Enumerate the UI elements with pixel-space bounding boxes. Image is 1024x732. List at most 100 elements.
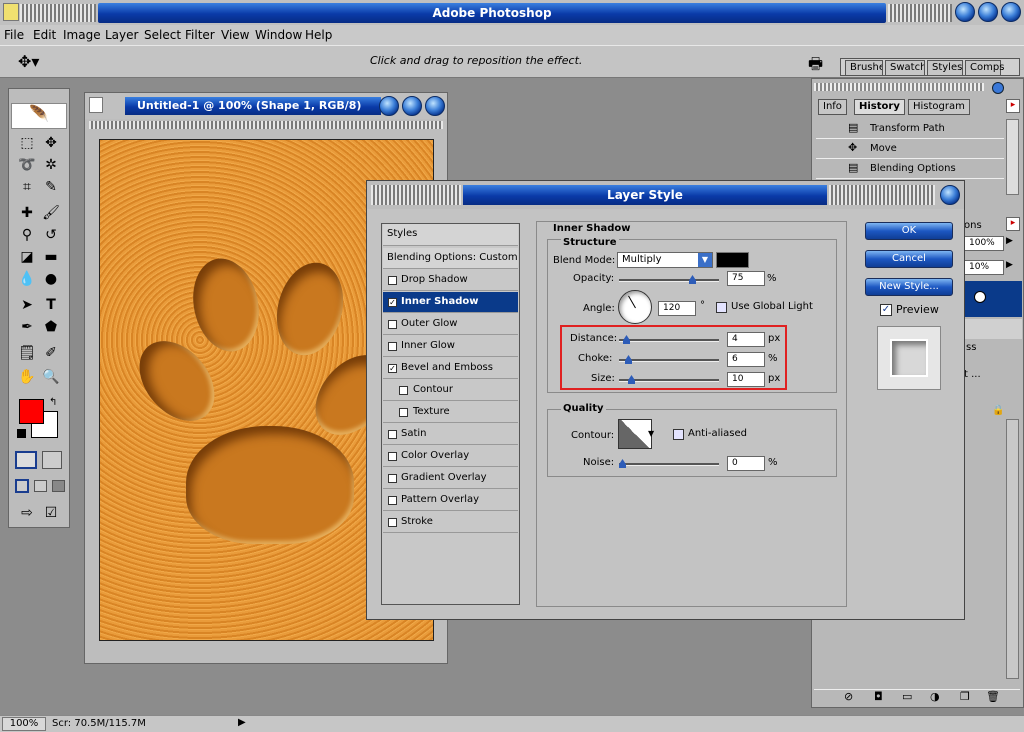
menu-edit[interactable]: Edit — [33, 28, 56, 42]
menu-layer[interactable]: Layer — [105, 28, 138, 42]
trash-icon[interactable]: 🗑 — [986, 690, 1000, 703]
slice-tool-icon[interactable]: ✎ — [41, 177, 61, 197]
choke-input[interactable]: 6 — [727, 352, 765, 367]
tab-histogram[interactable]: Histogram — [908, 99, 970, 115]
type-tool-icon[interactable]: T — [41, 295, 61, 315]
styles-header[interactable]: Styles — [383, 224, 518, 246]
size-input[interactable]: 10 — [727, 372, 765, 387]
anti-aliased-checkbox[interactable] — [673, 429, 684, 440]
swap-colors-icon[interactable]: ↰ — [49, 397, 57, 408]
quickmask-mode-icon[interactable] — [42, 451, 62, 469]
panel-menu-arrow-icon[interactable]: ▸ — [1006, 217, 1020, 231]
crop-tool-icon[interactable]: ⌗ — [17, 177, 37, 197]
checkbox[interactable] — [388, 452, 397, 461]
check-icon[interactable]: ☑ — [41, 503, 61, 523]
screen-mode-full-menu-icon[interactable] — [34, 480, 47, 492]
screen-mode-standard-icon[interactable] — [15, 479, 29, 493]
choke-slider[interactable] — [619, 355, 719, 364]
hand-tool-icon[interactable]: ✋ — [17, 367, 37, 387]
screen-mode-full-icon[interactable] — [52, 480, 65, 492]
menu-view[interactable]: View — [221, 28, 249, 42]
new-style-button[interactable]: New Style... — [865, 278, 953, 296]
distance-slider[interactable] — [619, 335, 719, 344]
brush-tool-icon[interactable]: 🖌 — [41, 203, 61, 223]
add-mask-icon[interactable]: ◘ — [874, 690, 883, 703]
preview-checkbox[interactable]: ✓ — [880, 304, 892, 316]
effect-item[interactable]: Contour — [383, 380, 518, 401]
status-menu-arrow-icon[interactable]: ▶ — [238, 717, 246, 728]
opacity-arrow-icon[interactable]: ▶ — [1006, 236, 1013, 246]
checkbox[interactable] — [399, 408, 408, 417]
dropdown-arrow-icon[interactable]: ▼ — [698, 253, 712, 267]
effect-item[interactable]: Inner Glow — [383, 336, 518, 357]
size-slider[interactable] — [619, 375, 719, 384]
dialog-close-button[interactable] — [940, 185, 960, 205]
menu-select[interactable]: Select — [144, 28, 181, 42]
blur-tool-icon[interactable]: 💧 — [17, 269, 37, 289]
doc-maximize-button[interactable] — [402, 96, 422, 116]
app-icon[interactable] — [3, 3, 19, 21]
effect-item[interactable]: ✓ Inner Shadow — [383, 292, 518, 313]
noise-slider[interactable] — [619, 459, 719, 468]
distance-input[interactable]: 4 — [727, 332, 765, 347]
tab-brushes[interactable]: Brushes — [845, 60, 883, 76]
link-layers-icon[interactable]: ⊘ — [844, 690, 853, 703]
checked-checkbox[interactable]: ✓ — [388, 364, 397, 373]
jump-to-imageready-icon[interactable]: ⇨ — [17, 503, 37, 523]
tab-info[interactable]: Info — [818, 99, 847, 115]
default-colors-icon[interactable] — [17, 429, 26, 438]
layer-row[interactable] — [964, 319, 1022, 339]
effect-item[interactable]: ✓ Bevel and Emboss — [383, 358, 518, 379]
foreground-color-swatch[interactable] — [19, 399, 44, 424]
panel-close-icon[interactable] — [992, 82, 1004, 94]
global-light-checkbox[interactable] — [716, 302, 727, 313]
history-brush-icon[interactable]: ↺ — [41, 225, 61, 245]
checkbox[interactable] — [388, 430, 397, 439]
notes-tool-icon[interactable]: 🗒 — [17, 343, 37, 363]
checkbox[interactable] — [388, 320, 397, 329]
history-item[interactable]: ▤ Blending Options — [816, 159, 1004, 179]
blending-options-item[interactable]: Blending Options: Custom — [383, 248, 518, 269]
effect-item[interactable]: Pattern Overlay — [383, 490, 518, 511]
effect-item[interactable]: Gradient Overlay — [383, 468, 518, 489]
move-tool-preset-icon[interactable]: ✥▾ — [18, 52, 39, 71]
menu-file[interactable]: File — [4, 28, 24, 42]
menu-image[interactable]: Image — [63, 28, 101, 42]
effect-item[interactable]: Stroke — [383, 512, 518, 533]
panel-menu-arrow-icon[interactable]: ▸ — [1006, 99, 1020, 113]
dodge-tool-icon[interactable]: ● — [41, 269, 61, 289]
zoom-level-field[interactable]: 100% — [2, 717, 46, 731]
effect-item[interactable]: Color Overlay — [383, 446, 518, 467]
tab-styles[interactable]: Styles — [927, 60, 963, 76]
menu-filter[interactable]: Filter — [185, 28, 215, 42]
new-layer-icon[interactable]: ❐ — [960, 690, 970, 703]
history-item[interactable]: ✥ Move — [816, 139, 1004, 159]
eyedropper-icon[interactable]: ✐ — [41, 343, 61, 363]
gradient-tool-icon[interactable]: ▬ — [41, 247, 61, 267]
history-item[interactable]: ▤ Transform Path — [816, 119, 1004, 139]
shadow-color-swatch[interactable] — [716, 252, 749, 268]
menu-help[interactable]: Help — [305, 28, 332, 42]
standard-mode-icon[interactable] — [15, 451, 37, 469]
opacity-slider[interactable] — [619, 275, 719, 284]
contour-picker[interactable] — [618, 419, 652, 449]
checkbox[interactable] — [388, 518, 397, 527]
maximize-button[interactable] — [978, 2, 998, 22]
effect-item[interactable]: Texture — [383, 402, 518, 423]
effect-item[interactable]: Satin — [383, 424, 518, 445]
tab-swatches[interactable]: Swatches — [885, 60, 925, 76]
pen-tool-icon[interactable]: ✒ — [17, 317, 37, 337]
checked-checkbox[interactable]: ✓ — [388, 298, 397, 307]
cancel-button[interactable]: Cancel — [865, 250, 953, 268]
angle-dial[interactable] — [618, 290, 652, 324]
close-button[interactable] — [1001, 2, 1021, 22]
adjustment-layer-icon[interactable]: ◑ — [930, 690, 940, 703]
tab-history[interactable]: History — [854, 99, 905, 115]
checkbox[interactable] — [388, 496, 397, 505]
path-select-icon[interactable]: ➤ — [17, 295, 37, 315]
noise-input[interactable]: 0 — [727, 456, 765, 471]
tab-comps[interactable]: Comps — [965, 60, 1004, 76]
layers-scrollbar[interactable] — [1006, 419, 1019, 679]
history-scrollbar[interactable] — [1006, 119, 1019, 195]
angle-input[interactable]: 120 — [658, 301, 696, 316]
